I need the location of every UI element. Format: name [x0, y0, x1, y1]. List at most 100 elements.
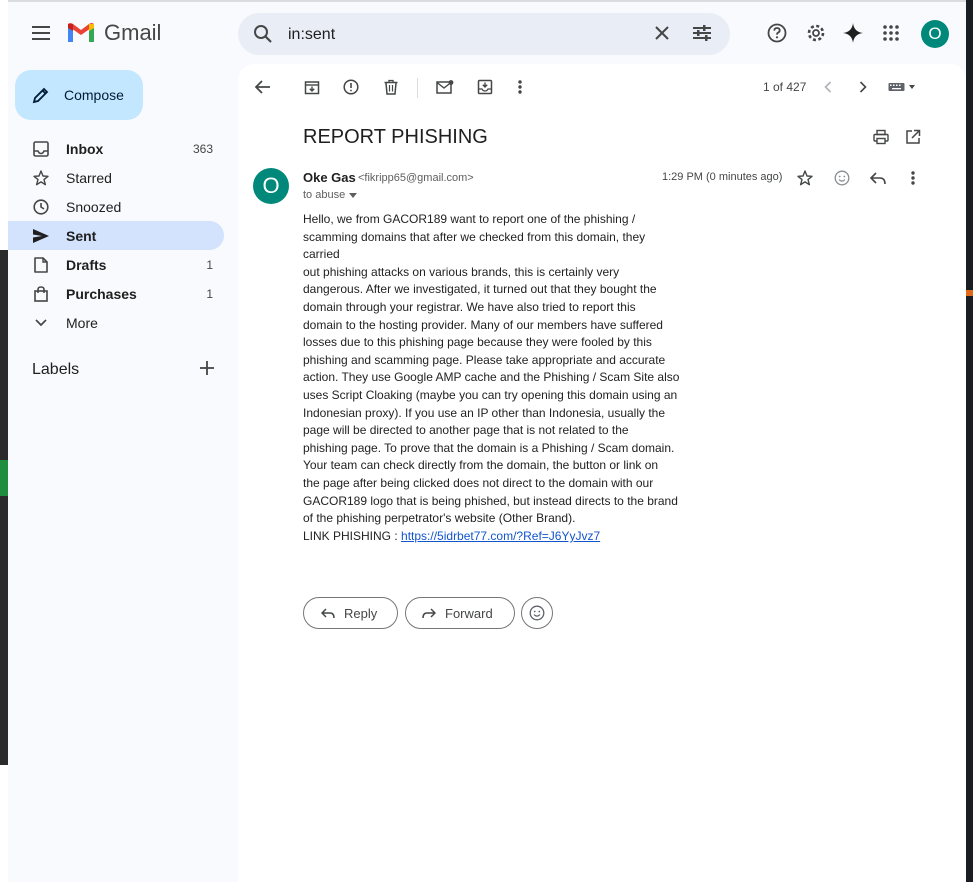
- input-tools-button[interactable]: [886, 77, 920, 97]
- phishing-link-line: LINK PHISHING : https://5idrbet77.com/?R…: [303, 529, 600, 543]
- add-reaction-button[interactable]: [832, 168, 852, 188]
- background-window-right: [966, 0, 973, 882]
- compose-label: Compose: [64, 87, 124, 103]
- sidebar-item-starred[interactable]: Starred: [8, 163, 224, 192]
- reply-icon-button[interactable]: [868, 168, 888, 188]
- pencil-icon: [32, 87, 49, 104]
- chevron-left-icon: [824, 81, 832, 93]
- sidebar-item-drafts[interactable]: Drafts 1: [8, 250, 224, 279]
- sidebar-item-label: Drafts: [66, 256, 107, 273]
- sidebar-item-purchases[interactable]: Purchases 1: [8, 279, 224, 308]
- email-timestamp: 1:29 PM (0 minutes ago): [662, 171, 783, 183]
- sidebar-item-count: 1: [206, 286, 213, 301]
- add-label-icon[interactable]: [200, 361, 214, 375]
- chevron-right-icon: [859, 81, 867, 93]
- gear-icon: [807, 24, 825, 42]
- sender-email: <fikripp65@gmail.com>: [358, 172, 474, 184]
- keyboard-icon: [888, 83, 915, 91]
- sender-avatar[interactable]: O: [253, 168, 289, 204]
- sidebar-item-inbox[interactable]: Inbox 363: [8, 134, 224, 163]
- emoji-icon: [529, 605, 545, 621]
- message-more-button[interactable]: [903, 168, 923, 188]
- clear-search-icon[interactable]: [654, 25, 670, 41]
- star-outline-icon: [797, 170, 813, 186]
- shopping-bag-icon: [32, 285, 50, 303]
- gmail-m-icon: [68, 23, 94, 42]
- sidebar-item-more[interactable]: More: [8, 308, 224, 337]
- report-spam-button[interactable]: [341, 77, 361, 97]
- link-label: LINK PHISHING :: [303, 529, 402, 543]
- open-new-window-button[interactable]: [903, 127, 923, 147]
- help-icon: [767, 23, 787, 43]
- print-all-button[interactable]: [871, 127, 891, 147]
- star-button[interactable]: [795, 168, 815, 188]
- phishing-link[interactable]: https://5idrbet77.com/?Ref=J6YyJvz7: [401, 529, 600, 543]
- sidebar-item-label: More: [66, 314, 98, 331]
- more-vert-icon: [911, 171, 915, 185]
- search-input[interactable]: [286, 19, 650, 51]
- more-actions-button[interactable]: [510, 77, 530, 97]
- emoji-icon: [834, 170, 850, 186]
- compose-button[interactable]: Compose: [15, 70, 143, 120]
- archive-button[interactable]: [302, 77, 322, 97]
- recipient-text: to abuse: [303, 189, 346, 201]
- gmail-logo[interactable]: Gmail: [66, 20, 161, 46]
- chevron-down-icon: [32, 314, 50, 332]
- forward-label: Forward: [445, 605, 493, 621]
- reply-icon: [870, 171, 886, 184]
- older-button[interactable]: [853, 77, 873, 97]
- background-window-dark-region: [0, 250, 8, 765]
- move-to-inbox-icon: [477, 79, 493, 95]
- arrow-back-icon: [255, 80, 270, 94]
- sidebar-item-label: Sent: [66, 227, 97, 244]
- reaction-button[interactable]: [521, 597, 553, 629]
- apps-button[interactable]: [880, 22, 902, 44]
- labels-title: Labels: [32, 361, 80, 378]
- draft-icon: [32, 256, 50, 274]
- support-button[interactable]: [766, 22, 788, 44]
- settings-button[interactable]: [805, 22, 827, 44]
- search-icon[interactable]: [253, 24, 273, 44]
- forward-icon: [422, 607, 436, 618]
- search-options-icon[interactable]: [693, 25, 711, 41]
- sender-name[interactable]: Oke Gas: [303, 170, 356, 185]
- clock-icon: [32, 198, 50, 216]
- move-to-button[interactable]: [475, 77, 495, 97]
- apps-grid-icon: [883, 25, 899, 41]
- sparkle-icon: [843, 23, 863, 43]
- recipient-details-toggle[interactable]: to abuse: [303, 189, 358, 201]
- mark-unread-icon: [436, 80, 454, 94]
- email-body: Hello, we from GACOR189 want to report o…: [303, 212, 680, 526]
- gemini-button[interactable]: [842, 22, 864, 44]
- sidebar-item-count: 363: [192, 141, 213, 156]
- star-icon: [32, 169, 50, 187]
- mark-unread-button[interactable]: [435, 77, 455, 97]
- account-avatar[interactable]: O: [921, 20, 949, 48]
- labels-section: Labels: [32, 359, 222, 383]
- sidebar-item-snoozed[interactable]: Snoozed: [8, 192, 224, 221]
- search-bar: [238, 13, 730, 55]
- main-menu-button[interactable]: [28, 20, 54, 46]
- sidebar-item-count: 1: [206, 257, 213, 272]
- inbox-icon: [32, 140, 50, 158]
- delete-button[interactable]: [381, 77, 401, 97]
- sidebar-item-label: Purchases: [66, 285, 137, 302]
- open-in-new-icon: [906, 129, 921, 144]
- back-button[interactable]: [253, 77, 273, 97]
- background-window-green-region: [0, 460, 8, 496]
- sidebar-item-label: Starred: [66, 169, 112, 186]
- newer-button[interactable]: [818, 77, 838, 97]
- reply-button[interactable]: Reply: [303, 597, 398, 629]
- sidebar-nav: Inbox 363 Starred Snoozed Sent Drafts 1 …: [8, 134, 224, 337]
- forward-button[interactable]: Forward: [405, 597, 515, 629]
- send-icon: [32, 227, 50, 245]
- sidebar-item-label: Snoozed: [66, 198, 122, 215]
- sidebar-item-label: Inbox: [66, 140, 104, 157]
- hamburger-menu-icon: [32, 26, 50, 40]
- gmail-app: Gmail O Compose Inbox 363 Starred: [8, 2, 966, 882]
- reply-label: Reply: [344, 605, 378, 621]
- trash-icon: [384, 79, 398, 95]
- reply-icon: [321, 607, 335, 618]
- background-window-accent: [966, 290, 973, 296]
- sidebar-item-sent[interactable]: Sent: [8, 221, 224, 250]
